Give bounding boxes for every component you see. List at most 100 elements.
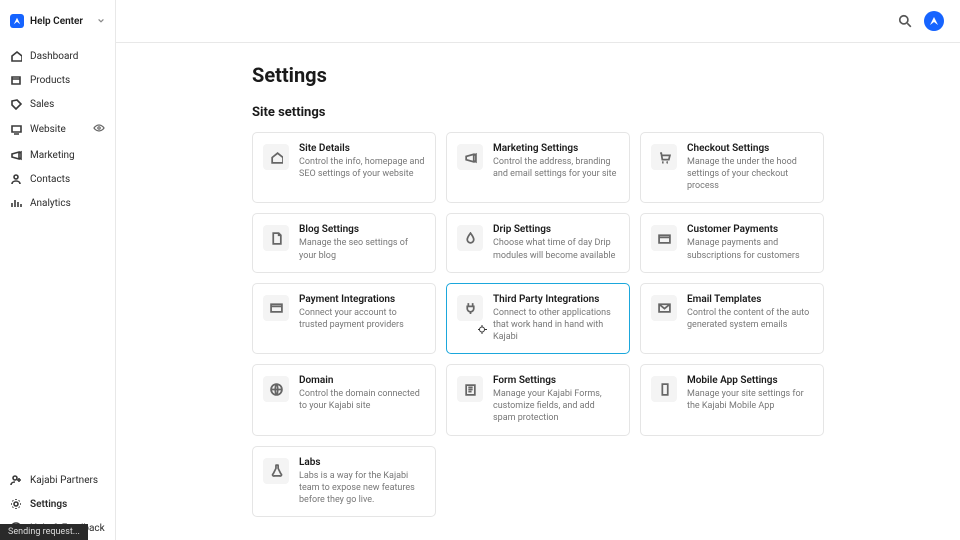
- card-body: Payment Integrations Connect your accoun…: [299, 294, 425, 343]
- megaphone-icon: [10, 149, 22, 161]
- card-title: Checkout Settings: [687, 143, 813, 154]
- tag-icon: [10, 98, 22, 110]
- topbar: [116, 0, 960, 43]
- sidebar-item-products[interactable]: Products: [0, 68, 115, 92]
- settings-cards-grid: Site Details Control the info, homepage …: [252, 132, 920, 517]
- main-content: Settings Site settings Site Details Cont…: [116, 43, 960, 540]
- card-desc: Manage your Kajabi Forms, customize fiel…: [493, 388, 619, 424]
- card-checkout-settings[interactable]: Checkout Settings Manage the under the h…: [640, 132, 824, 203]
- card-drip-settings[interactable]: Drip Settings Choose what time of day Dr…: [446, 213, 630, 272]
- card-marketing-settings[interactable]: Marketing Settings Control the address, …: [446, 132, 630, 203]
- userplus-icon: [10, 474, 22, 486]
- card-desc: Manage the seo settings of your blog: [299, 237, 425, 261]
- megaphone-icon: [457, 144, 483, 170]
- card-icon: [263, 295, 289, 321]
- card-title: Third Party Integrations: [493, 294, 619, 305]
- avatar[interactable]: [924, 11, 944, 31]
- bars-icon: [10, 197, 22, 209]
- user-icon: [10, 173, 22, 185]
- plug-icon: [457, 295, 483, 321]
- globe-icon: [263, 376, 289, 402]
- sidebar-item-label: Sales: [30, 99, 54, 110]
- card-title: Form Settings: [493, 375, 619, 386]
- card-body: Blog Settings Manage the seo settings of…: [299, 224, 425, 261]
- card-title: Domain: [299, 375, 425, 386]
- drop-icon: [457, 225, 483, 251]
- workspace-switcher[interactable]: Help Center: [0, 8, 115, 40]
- card-body: Marketing Settings Control the address, …: [493, 143, 619, 192]
- sidebar-item-settings[interactable]: Settings: [0, 492, 115, 516]
- page-title: Settings: [252, 63, 920, 87]
- search-icon[interactable]: [898, 14, 912, 28]
- card-desc: Connect your account to trusted payment …: [299, 307, 425, 331]
- sidebar-item-contacts[interactable]: Contacts: [0, 167, 115, 191]
- app-logo: [10, 14, 24, 28]
- sidebar-item-marketing[interactable]: Marketing: [0, 143, 115, 167]
- card-desc: Manage the under the hood settings of yo…: [687, 156, 813, 192]
- sidebar-item-website[interactable]: Website: [0, 116, 115, 143]
- card-title: Email Templates: [687, 294, 813, 305]
- card-customer-payments[interactable]: Customer Payments Manage payments and su…: [640, 213, 824, 272]
- sidebar-item-label: Marketing: [30, 150, 75, 161]
- sidebar-item-label: Kajabi Partners: [30, 475, 98, 486]
- card-form-settings[interactable]: Form Settings Manage your Kajabi Forms, …: [446, 364, 630, 435]
- sidebar-item-dashboard[interactable]: Dashboard: [0, 44, 115, 68]
- card-blog-settings[interactable]: Blog Settings Manage the seo settings of…: [252, 213, 436, 272]
- card-title: Marketing Settings: [493, 143, 619, 154]
- card-labs[interactable]: Labs Labs is a way for the Kajabi team t…: [252, 446, 436, 517]
- card-desc: Connect to other applications that work …: [493, 307, 619, 343]
- sidebar-nav: Dashboard Products Sales Website Marketing Co…: [0, 40, 115, 219]
- card-email-templates[interactable]: Email Templates Control the content of t…: [640, 283, 824, 354]
- gear-icon: [10, 498, 22, 510]
- doc-icon: [263, 225, 289, 251]
- mail-icon: [651, 295, 677, 321]
- card-title: Blog Settings: [299, 224, 425, 235]
- card-body: Domain Control the domain connected to y…: [299, 375, 425, 424]
- card-desc: Manage your site settings for the Kajabi…: [687, 388, 813, 412]
- card-icon: [651, 225, 677, 251]
- card-body: Drip Settings Choose what time of day Dr…: [493, 224, 619, 261]
- home-icon: [263, 144, 289, 170]
- card-third-party-integrations[interactable]: Third Party Integrations Connect to othe…: [446, 283, 630, 354]
- card-site-details[interactable]: Site Details Control the info, homepage …: [252, 132, 436, 203]
- form-icon: [457, 376, 483, 402]
- sidebar-item-analytics[interactable]: Analytics: [0, 191, 115, 215]
- sidebar: Help Center Dashboard Products Sales Websit…: [0, 0, 116, 540]
- card-payment-integrations[interactable]: Payment Integrations Connect your accoun…: [252, 283, 436, 354]
- sidebar-item-label: Settings: [30, 499, 67, 510]
- card-title: Site Details: [299, 143, 425, 154]
- sidebar-item-label: Website: [30, 124, 66, 135]
- card-desc: Control the content of the auto generate…: [687, 307, 813, 331]
- box-icon: [10, 74, 22, 86]
- card-domain[interactable]: Domain Control the domain connected to y…: [252, 364, 436, 435]
- card-title: Payment Integrations: [299, 294, 425, 305]
- workspace-title: Help Center: [30, 16, 83, 27]
- card-desc: Choose what time of day Drip modules wil…: [493, 237, 619, 261]
- card-body: Third Party Integrations Connect to othe…: [493, 294, 619, 343]
- monitor-icon: [10, 124, 22, 136]
- card-desc: Control the address, branding and email …: [493, 156, 619, 180]
- card-body: Labs Labs is a way for the Kajabi team t…: [299, 457, 425, 506]
- section-title-site: Site settings: [252, 105, 920, 120]
- sidebar-item-sales[interactable]: Sales: [0, 92, 115, 116]
- card-body: Customer Payments Manage payments and su…: [687, 224, 813, 261]
- chevron-down-icon: [97, 15, 105, 28]
- card-mobile-app-settings[interactable]: Mobile App Settings Manage your site set…: [640, 364, 824, 435]
- sidebar-item-label: Analytics: [30, 198, 71, 209]
- card-body: Checkout Settings Manage the under the h…: [687, 143, 813, 192]
- card-desc: Control the domain connected to your Kaj…: [299, 388, 425, 412]
- card-title: Mobile App Settings: [687, 375, 813, 386]
- card-body: Mobile App Settings Manage your site set…: [687, 375, 813, 424]
- eye-icon[interactable]: [93, 122, 105, 137]
- sidebar-item-label: Products: [30, 75, 70, 86]
- card-title: Labs: [299, 457, 425, 468]
- sidebar-item-label: Dashboard: [30, 51, 78, 62]
- card-desc: Labs is a way for the Kajabi team to exp…: [299, 470, 425, 506]
- sidebar-item-label: Contacts: [30, 174, 70, 185]
- cart-icon: [651, 144, 677, 170]
- home-icon: [10, 50, 22, 62]
- card-desc: Manage payments and subscriptions for cu…: [687, 237, 813, 261]
- status-toast: Sending request...: [0, 524, 88, 540]
- card-title: Customer Payments: [687, 224, 813, 235]
- sidebar-item-kajabi-partners[interactable]: Kajabi Partners: [0, 468, 115, 492]
